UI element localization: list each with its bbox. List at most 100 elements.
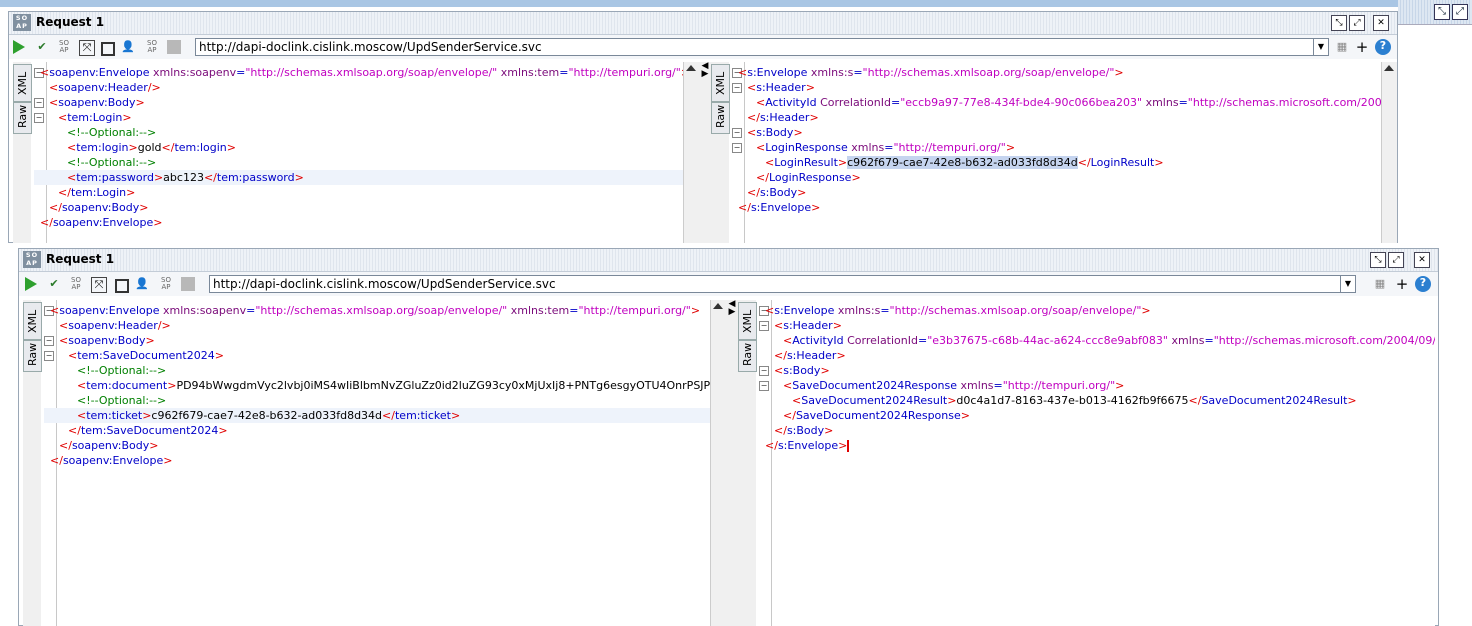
xml-line[interactable]: <ActivityId CorrelationId="e3b37675-c68b… bbox=[759, 333, 1435, 348]
collapse-left-icon[interactable]: ◀ ▶ bbox=[726, 300, 738, 317]
xml-line[interactable]: <SaveDocument2024Result>d0c4a1d7-8163-43… bbox=[759, 393, 1435, 408]
soap-action-button[interactable]: SO AP bbox=[159, 277, 173, 291]
stop-icon[interactable] bbox=[115, 279, 129, 293]
xml-line[interactable]: <soapenv:Body> bbox=[44, 333, 710, 348]
scroll-up-icon[interactable] bbox=[686, 65, 696, 71]
xml-line[interactable]: <tem:password>abc123</tem:password> bbox=[34, 170, 685, 185]
xml-line[interactable]: </soapenv:Envelope> bbox=[34, 215, 685, 230]
scroll-up-icon[interactable] bbox=[1384, 65, 1394, 71]
xml-line[interactable]: </tem:SaveDocument2024> bbox=[44, 423, 710, 438]
edit-endpoint-icon[interactable]: ▦ bbox=[1373, 277, 1387, 291]
stop-icon[interactable] bbox=[101, 42, 115, 56]
tab-raw[interactable]: Raw bbox=[23, 340, 42, 372]
add-icon[interactable]: + bbox=[1355, 40, 1369, 55]
xml-line[interactable]: <tem:Login> bbox=[34, 110, 685, 125]
xml-line[interactable]: <!--Optional:--> bbox=[44, 363, 710, 378]
xml-line[interactable]: </s:Envelope> bbox=[732, 200, 1381, 215]
tab-raw[interactable]: Raw bbox=[13, 102, 32, 134]
xml-line[interactable]: </s:Body> bbox=[732, 185, 1381, 200]
xml-line[interactable]: <s:Body> bbox=[732, 125, 1381, 140]
tab-raw[interactable]: Raw bbox=[738, 340, 757, 372]
xml-line[interactable]: <LoginResult>c962f679-cae7-42e8-b632-ad0… bbox=[732, 155, 1381, 170]
xml-line[interactable]: <!--Optional:--> bbox=[44, 393, 710, 408]
chevron-down-icon[interactable]: ▼ bbox=[1313, 39, 1328, 55]
xml-line[interactable]: <tem:ticket>c962f679-cae7-42e8-b632-ad03… bbox=[44, 408, 710, 423]
edit-endpoint-icon[interactable]: ▦ bbox=[1335, 40, 1349, 54]
xml-line[interactable]: <s:Envelope xmlns:s="http://schemas.xmls… bbox=[759, 303, 1435, 318]
xml-line[interactable]: <tem:login>gold</tem:login> bbox=[34, 140, 685, 155]
maximize-window-icon[interactable]: ⤢ bbox=[1452, 4, 1468, 20]
response-scrollbar[interactable] bbox=[1381, 62, 1397, 243]
xml-line[interactable]: <soapenv:Envelope xmlns:soapenv="http://… bbox=[34, 65, 690, 80]
response-xml[interactable]: <s:Envelope xmlns:s="http://schemas.xmls… bbox=[759, 300, 1435, 626]
collapse-left-icon[interactable]: ◀ ▶ bbox=[699, 62, 711, 79]
xml-line[interactable]: <s:Envelope xmlns:s="http://schemas.xmls… bbox=[732, 65, 1381, 80]
xml-line[interactable]: <soapenv:Header/> bbox=[34, 80, 685, 95]
xml-token: < bbox=[747, 126, 757, 139]
xml-line[interactable]: </soapenv:Body> bbox=[44, 438, 710, 453]
request-scrollbar[interactable] bbox=[710, 300, 726, 626]
help-icon[interactable]: ? bbox=[1415, 276, 1431, 292]
maximize-window-icon[interactable]: ⤢ bbox=[1388, 252, 1404, 268]
request-xml[interactable]: <soapenv:Envelope xmlns:soapenv="http://… bbox=[44, 300, 726, 626]
xml-line[interactable]: </tem:Login> bbox=[34, 185, 685, 200]
scroll-up-icon[interactable] bbox=[713, 303, 723, 309]
xml-line[interactable]: <!--Optional:--> bbox=[34, 155, 685, 170]
tab-xml[interactable]: XML bbox=[23, 302, 42, 340]
run-button[interactable] bbox=[25, 277, 39, 291]
xml-line[interactable]: </s:Envelope> bbox=[759, 438, 1435, 453]
xml-line[interactable]: <soapenv:Header/> bbox=[44, 318, 710, 333]
xml-line[interactable]: <s:Header> bbox=[759, 318, 1435, 333]
user-icon[interactable]: 👤 bbox=[121, 40, 135, 54]
xml-line[interactable]: <soapenv:Envelope xmlns:soapenv="http://… bbox=[44, 303, 710, 318]
soap-wsdl-button[interactable]: SO AP bbox=[69, 277, 83, 291]
minimize-window-icon[interactable]: ⤡ bbox=[1370, 252, 1386, 268]
format-button[interactable]: ⤧ bbox=[91, 277, 107, 293]
xml-line[interactable]: </s:Header> bbox=[759, 348, 1435, 363]
xml-line[interactable]: </s:Body> bbox=[759, 423, 1435, 438]
tab-xml[interactable]: XML bbox=[738, 302, 757, 340]
close-window-icon[interactable]: ✕ bbox=[1414, 252, 1430, 268]
validate-button[interactable]: ✔ bbox=[35, 40, 49, 54]
xml-line[interactable]: <ActivityId CorrelationId="eccb9a97-77e8… bbox=[732, 95, 1397, 110]
xml-line[interactable]: <s:Header> bbox=[732, 80, 1381, 95]
tab-xml[interactable]: XML bbox=[13, 64, 32, 102]
xml-token: > bbox=[851, 171, 861, 184]
request-scrollbar[interactable] bbox=[683, 62, 699, 243]
soap-action-button[interactable]: SO AP bbox=[145, 40, 159, 54]
xml-line[interactable]: </s:Header> bbox=[732, 110, 1381, 125]
chevron-down-icon[interactable]: ▼ bbox=[1340, 276, 1355, 292]
add-icon[interactable]: + bbox=[1395, 277, 1409, 292]
xml-line[interactable]: <tem:document>PD94bWwgdmVyc2lvbj0iMS4wIi… bbox=[44, 378, 726, 393]
run-button[interactable] bbox=[13, 40, 27, 54]
endpoint-url-input[interactable]: http://dapi-doclink.cislink.moscow/UpdSe… bbox=[195, 38, 1329, 56]
pane-splitter[interactable]: ◀ ▶ bbox=[699, 62, 711, 243]
xml-line[interactable]: <tem:SaveDocument2024> bbox=[44, 348, 710, 363]
xml-line[interactable]: </soapenv:Body> bbox=[34, 200, 685, 215]
tab-xml[interactable]: XML bbox=[711, 64, 730, 102]
xml-line[interactable]: </LoginResponse> bbox=[732, 170, 1381, 185]
request-xml[interactable]: <soapenv:Envelope xmlns:soapenv="http://… bbox=[34, 62, 690, 243]
xml-token: < bbox=[756, 96, 766, 109]
response-xml[interactable]: <s:Envelope xmlns:s="http://schemas.xmls… bbox=[732, 62, 1397, 243]
close-window-icon[interactable]: ✕ bbox=[1373, 15, 1389, 31]
format-button[interactable]: ⤧ bbox=[79, 40, 95, 56]
pane-splitter[interactable]: ◀ ▶ bbox=[726, 300, 738, 626]
endpoint-url-input[interactable]: http://dapi-doclink.cislink.moscow/UpdSe… bbox=[209, 275, 1356, 293]
tab-raw[interactable]: Raw bbox=[711, 102, 730, 134]
minimize-window-icon[interactable]: ⤡ bbox=[1434, 4, 1450, 20]
minimize-window-icon[interactable]: ⤡ bbox=[1331, 15, 1347, 31]
xml-line[interactable]: </soapenv:Envelope> bbox=[44, 453, 710, 468]
xml-line[interactable]: <SaveDocument2024Response xmlns="http://… bbox=[759, 378, 1435, 393]
xml-line[interactable]: <soapenv:Body> bbox=[34, 95, 685, 110]
validate-button[interactable]: ✔ bbox=[47, 277, 61, 291]
xml-line[interactable]: </SaveDocument2024Response> bbox=[759, 408, 1435, 423]
soap-wsdl-button[interactable]: SO AP bbox=[57, 40, 71, 54]
xml-line[interactable]: <LoginResponse xmlns="http://tempuri.org… bbox=[732, 140, 1381, 155]
maximize-window-icon[interactable]: ⤢ bbox=[1349, 15, 1365, 31]
xml-token: "http://tempuri.org/" bbox=[578, 304, 691, 317]
xml-line[interactable]: <s:Body> bbox=[759, 363, 1435, 378]
user-icon[interactable]: 👤 bbox=[135, 277, 149, 291]
help-icon[interactable]: ? bbox=[1375, 39, 1391, 55]
xml-line[interactable]: <!--Optional:--> bbox=[34, 125, 685, 140]
